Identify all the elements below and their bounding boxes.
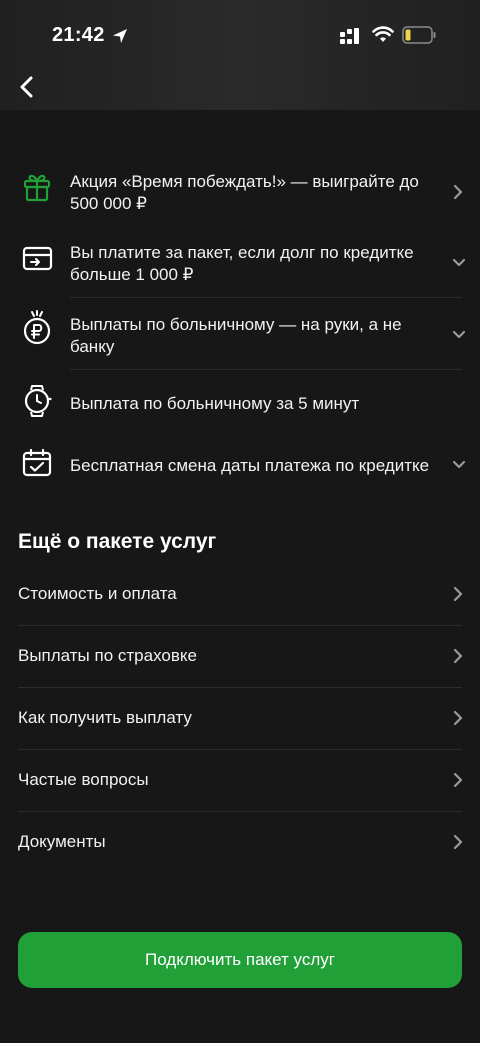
chevron-right-icon [453, 772, 463, 788]
wifi-icon [372, 26, 394, 42]
calendar-check-icon [22, 448, 52, 477]
feature-sick-leave-payouts[interactable]: Выплаты по больничному — на руки, а не б… [0, 300, 480, 368]
connect-package-button[interactable]: Подключить пакет услуг [18, 932, 462, 988]
menu-item-label: Документы [18, 832, 106, 851]
card-transfer-icon [22, 246, 53, 271]
divider [70, 369, 462, 370]
cellular-signal-icon [340, 28, 359, 44]
section-title: Ещё о пакете услуг [18, 530, 217, 553]
feature-text: Бесплатная смена даты платежа по кредитк… [70, 456, 430, 475]
divider [70, 297, 462, 298]
feature-promo[interactable]: Акция «Время побеждать!» — выиграйте до … [0, 160, 480, 222]
chevron-down-icon [452, 460, 466, 469]
stopwatch-icon [24, 385, 52, 417]
menu-item-faq[interactable]: Частые вопросы [0, 750, 480, 812]
feature-text: Выплата по больничному за 5 минут [70, 394, 360, 413]
chevron-right-icon [453, 586, 463, 602]
battery-icon [402, 26, 436, 44]
menu-item-cost[interactable]: Стоимость и оплата [0, 564, 480, 626]
menu-item-label: Как получить выплату [18, 708, 192, 727]
gift-icon [23, 174, 51, 202]
menu-item-insurance-payouts[interactable]: Выплаты по страховке [0, 626, 480, 688]
menu-item-label: Выплаты по страховке [18, 646, 197, 665]
location-arrow-icon [113, 29, 127, 43]
chevron-right-icon [453, 834, 463, 850]
menu-item-how-to-get-payout[interactable]: Как получить выплату [0, 688, 480, 750]
chevron-right-icon [453, 710, 463, 726]
feature-text: Акция «Время побеждать!» — выиграйте до … [70, 172, 419, 213]
feature-fast-payout: Выплата по больничному за 5 минут [0, 372, 480, 434]
chevron-right-icon [453, 648, 463, 664]
feature-card-debt[interactable]: Вы платите за пакет, если долг по кредит… [0, 230, 480, 296]
feature-text: Вы платите за пакет, если долг по кредит… [70, 243, 414, 284]
menu-item-label: Стоимость и оплата [18, 584, 177, 603]
top-bar [0, 0, 480, 110]
chevron-down-icon [452, 330, 466, 339]
status-time: 21:42 [52, 24, 105, 46]
back-button[interactable] [10, 70, 44, 104]
chevron-down-icon [452, 258, 466, 267]
ruble-coin-icon [23, 310, 51, 345]
menu-item-documents[interactable]: Документы [0, 812, 480, 874]
menu-item-label: Частые вопросы [18, 770, 149, 789]
feature-text: Выплаты по больничному — на руки, а не б… [70, 315, 402, 356]
feature-payment-date-change[interactable]: Бесплатная смена даты платежа по кредитк… [0, 434, 480, 496]
chevron-right-icon [453, 184, 463, 200]
chevron-left-icon [20, 76, 33, 98]
